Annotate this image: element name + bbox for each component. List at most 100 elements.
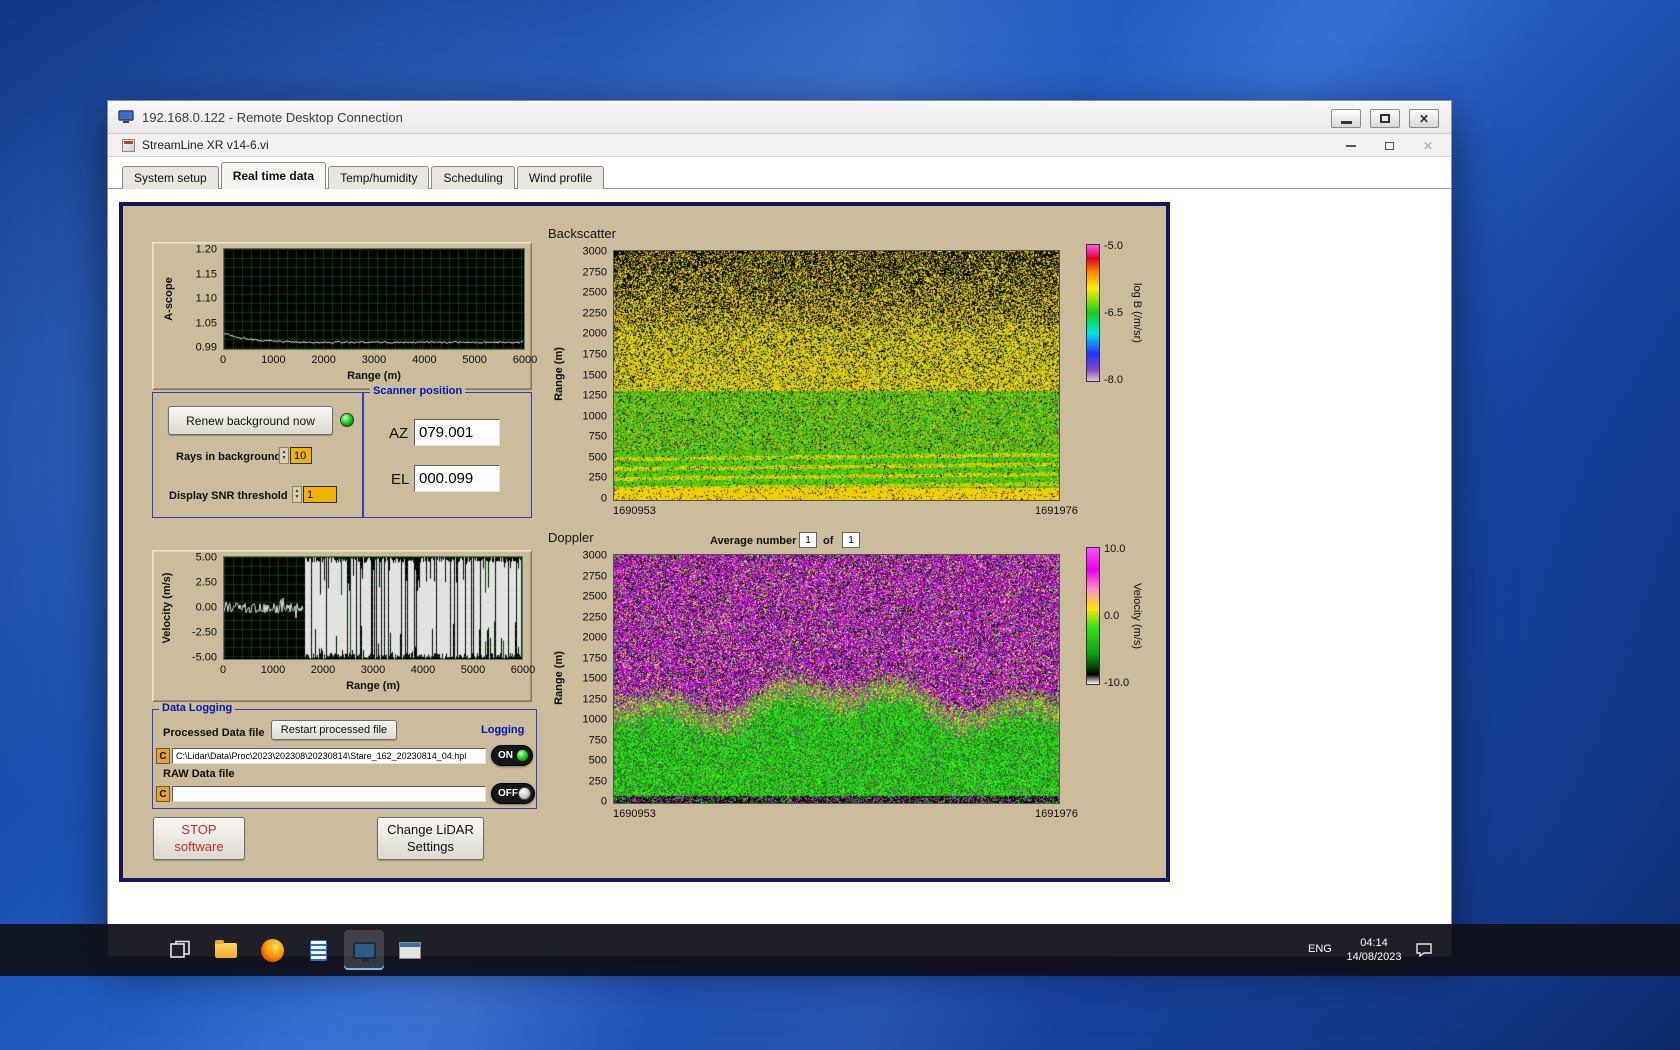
velocity-plot bbox=[223, 556, 523, 660]
notifications-button[interactable] bbox=[1406, 930, 1442, 970]
raw-logging-toggle[interactable]: OFF bbox=[491, 783, 535, 804]
scanner-position-group: Scanner position AZ 079.001 EL 000.099 bbox=[363, 392, 532, 518]
snr-threshold-label: Display SNR threshold bbox=[169, 490, 288, 502]
ascope-xticks: 0 1000 2000 3000 4000 5000 6000 bbox=[223, 354, 525, 367]
tab-real-time-data[interactable]: Real time data bbox=[221, 162, 326, 189]
average-count-input[interactable]: 1 bbox=[842, 532, 860, 548]
backscatter-ylabel: Range (m) bbox=[553, 347, 565, 401]
snr-increment-decrement[interactable]: ▲ ▼ bbox=[292, 486, 302, 503]
ascope-plot bbox=[223, 248, 525, 350]
doppler-plot-canvas bbox=[614, 555, 1059, 803]
rdp-window-controls: ✕ bbox=[1331, 109, 1439, 128]
maximize-icon bbox=[1380, 114, 1390, 123]
minimize-button[interactable] bbox=[1331, 109, 1361, 128]
tick-label: 5.00 bbox=[196, 551, 217, 563]
backscatter-x-start: 1690953 bbox=[613, 505, 656, 517]
language-indicator[interactable]: ENG bbox=[1308, 943, 1332, 955]
tab-bar: System setup Real time data Temp/humidit… bbox=[122, 162, 606, 189]
az-value: 079.001 bbox=[414, 419, 500, 446]
rdp-computer-icon bbox=[118, 110, 134, 124]
rdp-title: 192.168.0.122 - Remote Desktop Connectio… bbox=[142, 110, 403, 125]
backscatter-plot bbox=[613, 250, 1060, 501]
data-logging-group: Data Logging Processed Data file Restart… bbox=[152, 709, 537, 809]
tick-label: 1750 bbox=[583, 348, 607, 360]
app-close-icon[interactable]: ✕ bbox=[1423, 139, 1433, 153]
backscatter-x-end: 1691976 bbox=[1035, 505, 1078, 517]
tick-label: 2750 bbox=[583, 570, 607, 582]
el-value: 000.099 bbox=[414, 465, 500, 492]
close-icon: ✕ bbox=[1419, 113, 1429, 125]
settings-line2: Settings bbox=[407, 839, 454, 855]
rays-in-background-label: Rays in background bbox=[176, 451, 281, 463]
doppler-title: Doppler bbox=[548, 530, 594, 545]
clock-time: 04:14 bbox=[1344, 936, 1404, 950]
clock[interactable]: 04:14 14/08/2023 bbox=[1344, 936, 1404, 965]
app-restore-icon[interactable] bbox=[1385, 142, 1394, 150]
average-number-label: Average number bbox=[710, 535, 796, 547]
tab-wind-profile[interactable]: Wind profile bbox=[517, 166, 604, 189]
raw-path-field[interactable] bbox=[172, 786, 486, 802]
rdp-titlebar[interactable]: 192.168.0.122 - Remote Desktop Connectio… bbox=[108, 101, 1451, 134]
document-app-button[interactable] bbox=[298, 930, 338, 970]
change-lidar-settings-button[interactable]: Change LiDAR Settings bbox=[377, 817, 484, 860]
ascope-group: 1.20 1.15 1.10 1.05 0.99 A-scope 0 1000 2000 30… bbox=[152, 242, 532, 390]
rays-value-input[interactable]: 10 bbox=[290, 447, 312, 464]
tick-label: 3000 bbox=[361, 664, 385, 676]
tab-temp-humidity[interactable]: Temp/humidity bbox=[328, 166, 429, 189]
ascope-xlabel: Range (m) bbox=[223, 370, 525, 382]
app-title: StreamLine XR v14-6.vi bbox=[142, 138, 269, 152]
tick-label: 4000 bbox=[412, 354, 436, 366]
processed-path-field[interactable]: C:\Lidar\Data\Proc\2023\202308\20230814\… bbox=[172, 748, 486, 764]
average-number-input[interactable]: 1 bbox=[799, 532, 817, 548]
snr-value-input[interactable]: 1 bbox=[303, 486, 337, 503]
rdp-session-icon bbox=[353, 942, 376, 959]
tick-label: -8.0 bbox=[1104, 374, 1123, 386]
tab-scheduling[interactable]: Scheduling bbox=[431, 166, 514, 189]
firefox-button[interactable] bbox=[252, 930, 292, 970]
tick-label: 3000 bbox=[583, 549, 607, 561]
tick-label: 10.0 bbox=[1104, 543, 1125, 555]
doppler-plot bbox=[613, 554, 1060, 804]
tick-label: -5.00 bbox=[192, 651, 217, 663]
tick-label: -5.0 bbox=[1104, 240, 1123, 252]
minimize-icon bbox=[1341, 121, 1352, 124]
tick-label: 0.0 bbox=[1104, 610, 1119, 622]
task-view-icon bbox=[168, 938, 192, 962]
processed-logging-toggle[interactable]: ON bbox=[491, 745, 533, 766]
tick-label: 2000 bbox=[583, 328, 607, 340]
close-button[interactable]: ✕ bbox=[1409, 109, 1439, 128]
raw-drive-box[interactable]: C bbox=[156, 786, 170, 802]
rays-increment-decrement[interactable]: ▲ ▼ bbox=[279, 447, 289, 464]
tick-label: 3000 bbox=[362, 354, 386, 366]
tick-label: 1500 bbox=[583, 369, 607, 381]
logging-label: Logging bbox=[481, 724, 524, 736]
notifications-icon bbox=[1415, 942, 1433, 958]
processed-drive-box[interactable]: C bbox=[156, 748, 170, 764]
rdp-taskbar-button[interactable] bbox=[344, 930, 384, 970]
processed-data-file-label: Processed Data file bbox=[163, 727, 265, 739]
backscatter-title: Backscatter bbox=[548, 226, 616, 241]
raw-data-file-label: RAW Data file bbox=[163, 768, 235, 780]
main-panel: 1.20 1.15 1.10 1.05 0.99 A-scope 0 1000 2000 30… bbox=[119, 202, 1170, 882]
restart-processed-file-button[interactable]: Restart processed file bbox=[271, 720, 397, 740]
background-led bbox=[340, 413, 354, 427]
velocity-xlabel: Range (m) bbox=[223, 680, 523, 692]
tick-label: 1000 bbox=[261, 664, 285, 676]
scan-scheduler-button[interactable] bbox=[390, 930, 430, 970]
file-explorer-button[interactable] bbox=[206, 930, 246, 970]
tick-label: 0 bbox=[220, 354, 226, 366]
task-view-button[interactable] bbox=[160, 930, 200, 970]
on-label: ON bbox=[498, 750, 513, 761]
app-titlebar[interactable]: StreamLine XR v14-6.vi ✕ bbox=[108, 134, 1451, 157]
backscatter-yticks: 3000 2750 2500 2250 2000 1750 1500 1250 1000 750 5… bbox=[567, 252, 609, 499]
maximize-button[interactable] bbox=[1370, 109, 1400, 128]
tick-label: 2000 bbox=[311, 354, 335, 366]
renew-background-button[interactable]: Renew background now bbox=[168, 406, 333, 435]
backscatter-colorbar-ticks: -5.0 -6.5 -8.0 bbox=[1086, 246, 1126, 380]
tick-label: 750 bbox=[589, 431, 607, 443]
tick-label: 0 bbox=[220, 664, 226, 676]
stop-software-button[interactable]: STOP software bbox=[153, 817, 245, 860]
tick-label: 1.15 bbox=[196, 268, 217, 280]
app-minimize-icon[interactable] bbox=[1346, 145, 1356, 147]
tab-system-setup[interactable]: System setup bbox=[122, 166, 219, 189]
